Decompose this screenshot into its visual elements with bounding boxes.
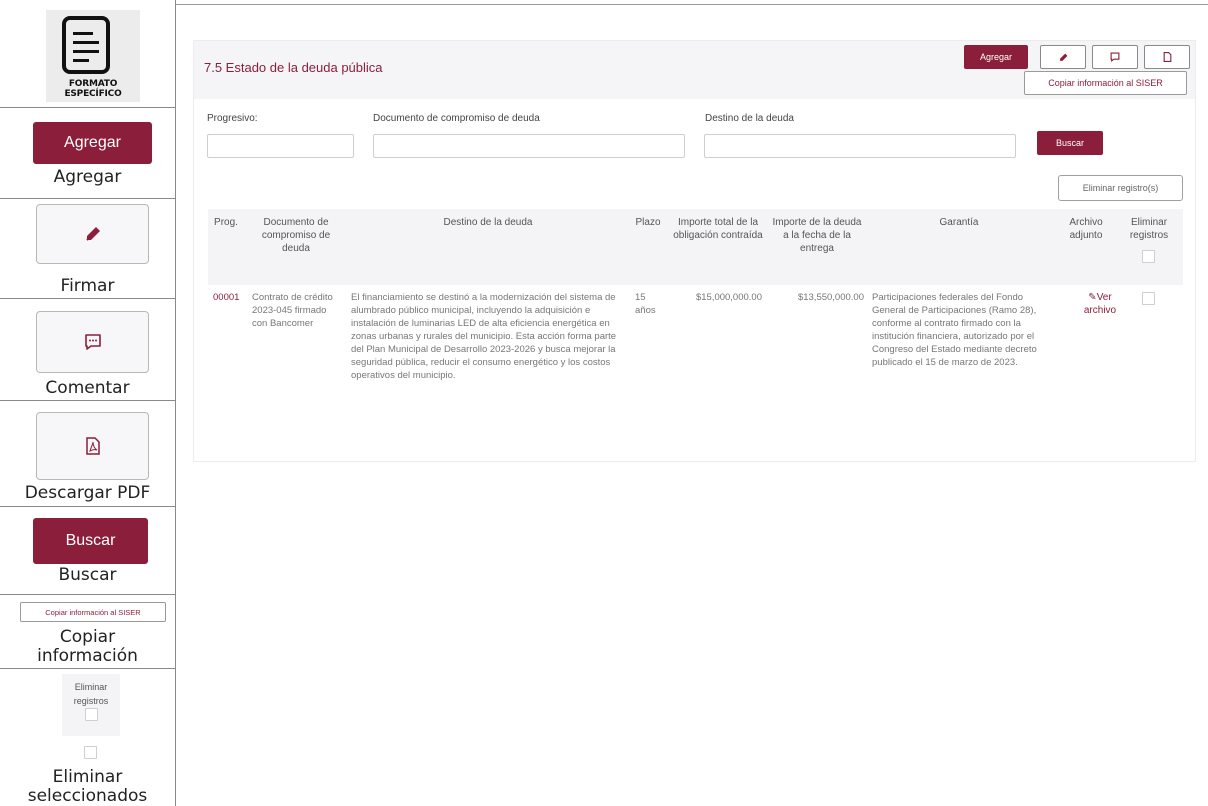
cell-destino: El financiamiento se destinó a la modern… bbox=[351, 292, 617, 381]
cell-importe-fecha: $13,550,000.00 bbox=[797, 292, 864, 303]
cell-garantia: Participaciones federales del Fondo Gene… bbox=[872, 292, 1037, 368]
comment-icon bbox=[1110, 52, 1120, 62]
legend-formato-cell: FORMATO ESPECÍFICO bbox=[0, 0, 175, 108]
cell-prog[interactable]: 00001 bbox=[213, 291, 247, 304]
row-checkbox[interactable] bbox=[1142, 292, 1155, 305]
legend-pdf-cell: Descargar PDF bbox=[0, 401, 175, 507]
eliminar-box-line2: registros bbox=[73, 696, 109, 706]
progresivo-label: Progresivo: bbox=[207, 113, 258, 124]
destino-input[interactable] bbox=[704, 134, 1016, 158]
descargar-pdf-button[interactable] bbox=[1144, 45, 1190, 69]
col-archivo: Archivo adjunto bbox=[1069, 217, 1103, 241]
copiar-caption-line2: información bbox=[37, 646, 138, 666]
destino-label: Destino de la deuda bbox=[705, 113, 794, 124]
col-eliminar: Eliminar registros bbox=[1129, 217, 1169, 241]
eliminar-caption-line2: seleccionados bbox=[27, 786, 148, 806]
eliminar-sample-header: Eliminar registros bbox=[62, 674, 120, 736]
pdf-icon bbox=[85, 437, 100, 455]
copiar-siser-button[interactable]: Copiar información al SISER bbox=[1024, 71, 1187, 95]
ver-archivo-link[interactable]: ✎Ver archivo bbox=[1076, 291, 1124, 317]
legend-agregar-cell: Agregar Agregar bbox=[0, 108, 175, 199]
col-garantia: Garantía bbox=[939, 217, 979, 228]
buscar-button[interactable]: Buscar bbox=[1037, 131, 1103, 155]
eliminar-caption-line1: Eliminar bbox=[52, 767, 123, 787]
agregar-caption: Agregar bbox=[53, 167, 122, 187]
col-importe-fecha: Importe de la deuda a la fecha de la ent… bbox=[772, 217, 862, 254]
deuda-publica-card: 7.5 Estado de la deuda pública Agregar C… bbox=[193, 40, 1196, 462]
select-all-checkbox-sample[interactable] bbox=[84, 708, 98, 721]
agregar-sample-button[interactable]: Agregar bbox=[33, 122, 152, 164]
copiar-caption-line1: Copiar bbox=[59, 627, 116, 647]
legend-firmar-cell: Firmar bbox=[0, 199, 175, 299]
table-header: Prog. Documento de compromiso de deuda D… bbox=[208, 209, 1183, 285]
pdf-icon bbox=[1163, 52, 1171, 62]
eliminar-box-line1: Eliminar bbox=[74, 682, 108, 692]
documento-label: Documento de compromiso de deuda bbox=[373, 113, 540, 124]
legend-buscar-cell: Buscar Buscar bbox=[0, 507, 175, 595]
page-title: 7.5 Estado de la deuda pública bbox=[204, 60, 383, 75]
cell-plazo: 15 años bbox=[635, 292, 656, 316]
row-checkbox-sample[interactable] bbox=[84, 746, 97, 759]
legend-comentar-cell: Comentar bbox=[0, 299, 175, 401]
col-importe-total: Importe total de la obligación contraída bbox=[673, 217, 763, 241]
buscar-caption: Buscar bbox=[58, 565, 117, 585]
pdf-sample-button[interactable] bbox=[36, 412, 149, 480]
pen-icon bbox=[85, 227, 100, 241]
pdf-caption: Descargar PDF bbox=[24, 483, 151, 503]
formato-line2: ESPECÍFICO bbox=[64, 89, 122, 99]
document-icon bbox=[62, 16, 110, 74]
legend-panel: FORMATO ESPECÍFICO Agregar Agregar Firma… bbox=[0, 0, 176, 806]
firmar-button[interactable] bbox=[1040, 45, 1086, 69]
comment-icon bbox=[84, 334, 101, 350]
firmar-caption: Firmar bbox=[60, 276, 115, 296]
cell-importe-total: $15,000,000.00 bbox=[695, 292, 762, 303]
eliminar-registros-button[interactable]: Eliminar registro(s) bbox=[1058, 175, 1183, 201]
col-destino: Destino de la deuda bbox=[443, 217, 533, 228]
formato-especifico-logo: FORMATO ESPECÍFICO bbox=[46, 10, 140, 102]
documento-input[interactable] bbox=[373, 134, 685, 158]
comentar-sample-button[interactable] bbox=[36, 311, 149, 373]
comentar-button[interactable] bbox=[1092, 45, 1138, 69]
progresivo-input[interactable] bbox=[207, 134, 354, 158]
buscar-sample-button[interactable]: Buscar bbox=[33, 518, 148, 564]
col-prog: Prog. bbox=[214, 217, 238, 228]
copiar-sample-button[interactable]: Copiar información al SISER bbox=[20, 602, 166, 622]
select-all-checkbox[interactable] bbox=[1142, 250, 1155, 263]
cell-documento: Contrato de crédito 2023-045 firmado con… bbox=[252, 292, 333, 329]
top-divider bbox=[176, 4, 1208, 5]
col-documento: Documento de compromiso de deuda bbox=[261, 217, 331, 254]
pen-icon bbox=[1059, 53, 1067, 61]
agregar-button[interactable]: Agregar bbox=[964, 45, 1028, 69]
firmar-sample-button[interactable] bbox=[36, 204, 149, 264]
paperclip-icon: ✎ bbox=[1088, 292, 1097, 303]
col-plazo: Plazo bbox=[635, 217, 661, 228]
formato-line1: FORMATO bbox=[68, 79, 118, 89]
comentar-caption: Comentar bbox=[45, 378, 130, 398]
card-header: 7.5 Estado de la deuda pública Agregar C… bbox=[194, 41, 1195, 99]
